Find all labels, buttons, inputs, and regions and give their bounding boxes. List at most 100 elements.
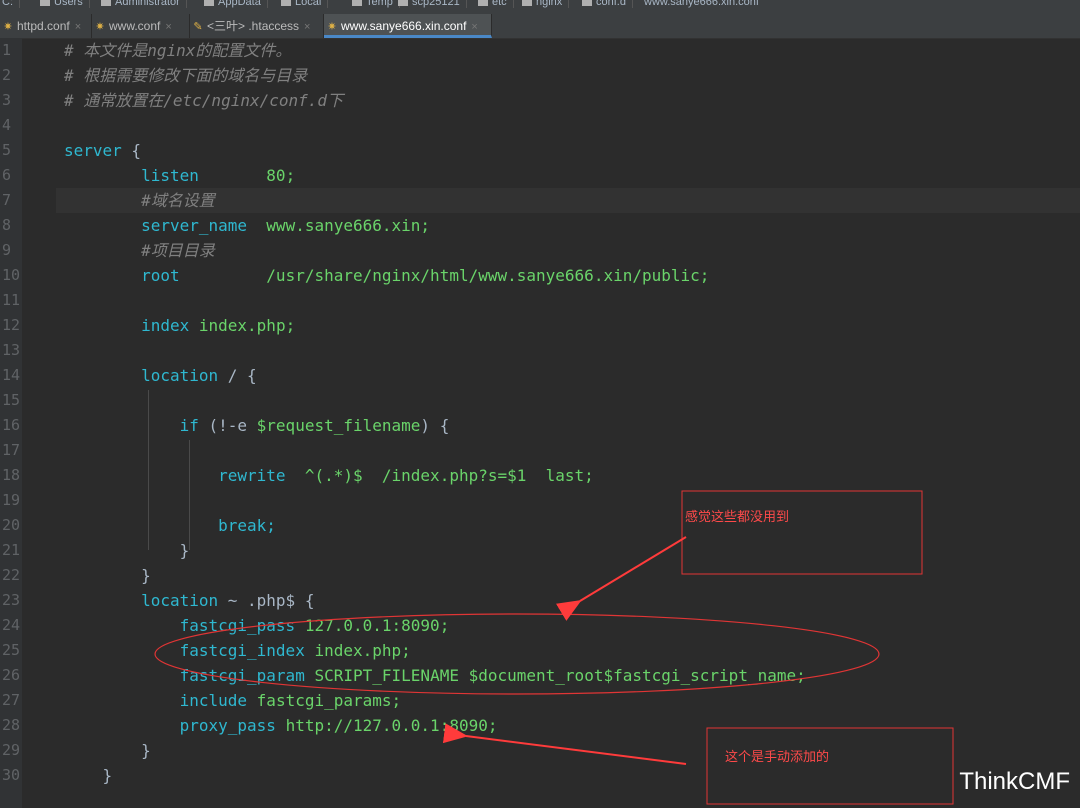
code-line: # 根据需要修改下面的域名与目录 — [64, 63, 307, 88]
breadcrumb-separator — [19, 0, 20, 9]
folder-icon — [522, 0, 532, 6]
line-number: 28 — [2, 716, 21, 734]
breadcrumb-item[interactable]: nginx — [522, 0, 570, 9]
code-token: } — [64, 566, 151, 585]
code-token: www.sanye666.xin; — [266, 216, 431, 235]
code-token: SCRIPT_FILENAME $document_root$fastcgi_s… — [314, 666, 806, 685]
close-icon[interactable]: × — [471, 21, 477, 33]
breadcrumb-item[interactable]: C: — [2, 0, 20, 9]
line-number: 1 — [2, 41, 12, 59]
line-number-gutter: 1 2 3 4 5 6 7 8 9 10 11 12 13 14 15 16 17 18 19 20 21 22 23 24 2… — [0, 38, 22, 808]
folder-icon — [478, 0, 488, 6]
gear-icon: ✷ — [327, 21, 337, 33]
close-icon[interactable]: × — [165, 21, 171, 33]
breadcrumb-separator — [465, 0, 467, 9]
code-line: server { — [64, 138, 141, 163]
line-number: 10 — [2, 266, 21, 284]
editor-tab-bar: ✷ httpd.conf × ✷ www.conf × ✎ <三叶> .htaccess × ✷ w… — [0, 14, 1080, 39]
breadcrumb-label: Administrator — [115, 0, 180, 8]
code-token: location — [141, 366, 219, 385]
breadcrumb-separator — [631, 0, 633, 9]
code-token: if — [179, 416, 199, 435]
code-token: } — [64, 541, 190, 560]
folder-icon — [582, 0, 592, 6]
annotation-arrow-2 — [442, 723, 687, 765]
tab-4[interactable]: ✷ www.sanye666.xin.conf × — [324, 14, 492, 38]
breadcrumb-item[interactable]: Users — [40, 0, 90, 9]
code-token: fastcgi_params; — [256, 691, 402, 710]
code-token: server_name — [141, 216, 248, 235]
breadcrumb-item[interactable]: conf.d — [582, 0, 633, 9]
breadcrumb-item[interactable]: AppData — [204, 0, 268, 9]
line-number: 17 — [2, 441, 21, 459]
code-token: } — [64, 741, 151, 760]
line-number: 9 — [2, 241, 12, 259]
code-token: /usr/share/nginx/html/www.sanye666.xin/p… — [266, 266, 710, 285]
tab-1[interactable]: ✷ httpd.conf × — [0, 14, 92, 38]
code-line: location ~ .php$ { — [64, 588, 314, 613]
code-token: #域名设置 — [141, 191, 215, 210]
close-icon[interactable]: × — [304, 21, 310, 33]
annotation-note-2: 这个是手动添加的 — [725, 750, 830, 765]
code-token: index.php; — [198, 316, 296, 335]
code-token: index — [141, 316, 190, 335]
code-token: root — [141, 266, 180, 285]
line-number: 14 — [2, 366, 21, 384]
line-number: 22 — [2, 566, 21, 584]
code-token: #项目目录 — [141, 241, 215, 260]
code-line: break; — [64, 513, 276, 538]
code-line: } — [64, 763, 113, 788]
code-token: fastcgi_index — [179, 641, 305, 660]
line-number: 2 — [2, 66, 12, 84]
code-token: (!-e — [198, 416, 257, 435]
gear-icon: ✷ — [3, 21, 13, 33]
breadcrumb-label: C: — [2, 0, 13, 8]
code-token: listen — [141, 166, 199, 185]
code-token: include — [179, 691, 248, 710]
breadcrumb-item[interactable]: Temp — [352, 0, 400, 9]
code-line: # 本文件是nginx的配置文件。 — [64, 38, 291, 63]
tab-label: httpd.conf — [17, 19, 70, 33]
code-token: fastcgi_pass — [179, 616, 296, 635]
line-number: 11 — [2, 291, 21, 309]
breadcrumb-item[interactable]: www.sanye666.xin.conf — [644, 0, 759, 8]
breadcrumb: C: Users Administrator AppData Local Temp scp2… — [0, 0, 1080, 14]
line-number: 24 — [2, 616, 21, 634]
code-token: 127.0.0.1:8090; — [304, 616, 450, 635]
breadcrumb-item[interactable]: Local — [281, 0, 329, 9]
breadcrumb-item[interactable]: etc — [478, 0, 514, 9]
breadcrumb-item[interactable]: Administrator — [101, 0, 187, 9]
line-number: 7 — [2, 191, 12, 209]
line-number: 12 — [2, 316, 21, 334]
code-line: if (!-e $request_filename) { — [64, 413, 450, 438]
line-number: 25 — [2, 641, 21, 659]
code-line: #域名设置 — [64, 188, 215, 213]
tab-2[interactable]: ✷ www.conf × — [92, 14, 190, 38]
breadcrumb-label: www.sanye666.xin.conf — [644, 0, 759, 8]
folder-icon — [101, 0, 111, 6]
folder-icon — [281, 0, 291, 6]
code-token: fastcgi_param — [179, 666, 305, 685]
code-token: # 根据需要修改下面的域名与目录 — [64, 66, 308, 85]
annotation-arrow-1 — [555, 536, 687, 621]
gear-icon: ✷ — [95, 21, 105, 33]
code-token: ^(.*)$ /index.php?s=$1 last; — [304, 466, 594, 485]
code-token: http://127.0.0.1:8090; — [285, 716, 498, 735]
code-line: #项目目录 — [64, 238, 215, 263]
breadcrumb-item[interactable]: scp25121 — [398, 0, 467, 9]
file-icon: ✎ — [193, 21, 203, 33]
code-line: fastcgi_index index.php; — [64, 638, 411, 663]
breadcrumb-label: nginx — [536, 0, 563, 8]
close-icon[interactable]: × — [75, 21, 81, 33]
tab-3[interactable]: ✎ <三叶> .htaccess × — [190, 14, 324, 38]
breadcrumb-separator — [327, 0, 329, 9]
